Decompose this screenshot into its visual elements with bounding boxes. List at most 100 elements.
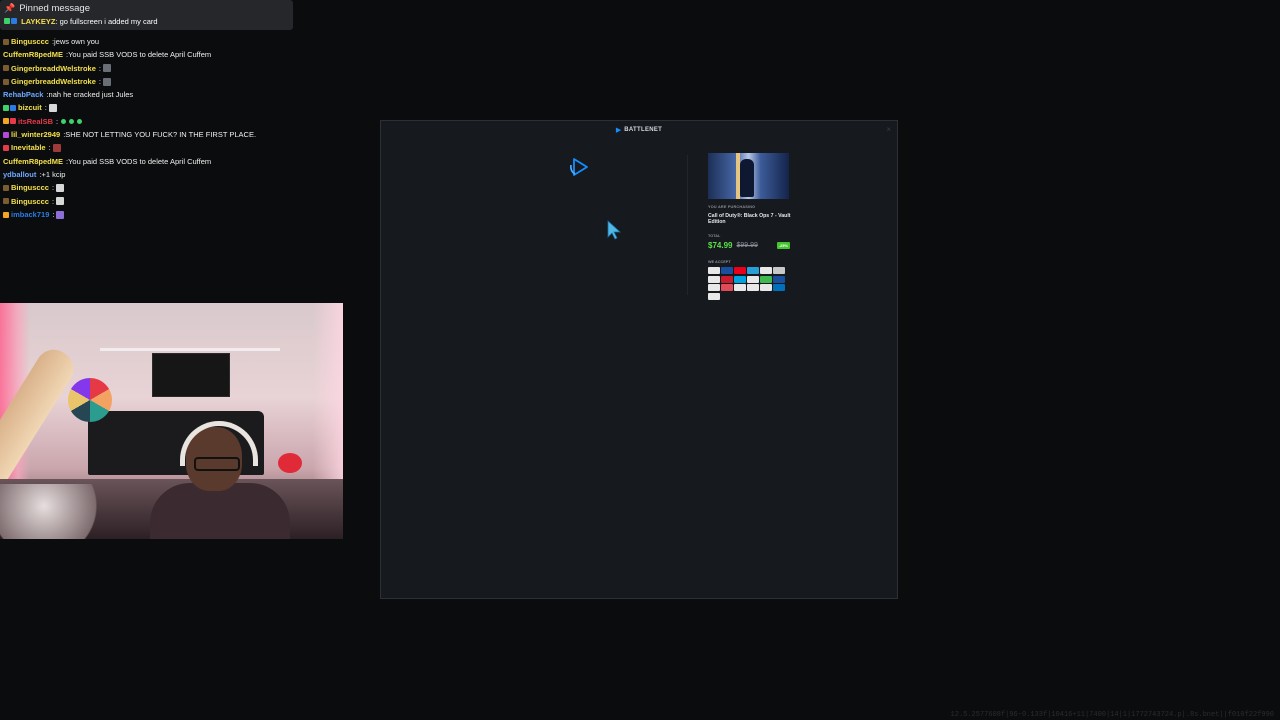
prize-wheel (68, 378, 112, 422)
badge-icon (3, 131, 9, 138)
badge-icon (3, 118, 9, 125)
webcam-feed (0, 303, 343, 539)
payment-method-icon (708, 284, 720, 291)
badges (3, 105, 16, 112)
chat-text: jews own you (54, 37, 100, 46)
chat-text: SHE NOT LETTING YOU FUCK? IN THE FIRST P… (65, 130, 257, 140)
chat-username[interactable]: bizcuit (18, 101, 42, 114)
emote-icon (56, 210, 65, 219)
game-cover-art (708, 153, 789, 199)
purchasing-label: YOU ARE PURCHASING (708, 205, 756, 209)
streamer-body (150, 483, 290, 539)
emote-icon (52, 144, 61, 153)
cover-figure (740, 159, 754, 197)
chat-username[interactable]: Bingusccc (11, 181, 49, 194)
emote-icon (48, 104, 57, 113)
chat-username[interactable]: GingerbreaddWelstroke (11, 75, 96, 88)
pinned-text: go fullscreen i added my card (59, 17, 158, 26)
product-title: Call of Duty®: Black Ops 7 - Vault Editi… (708, 213, 791, 226)
battlenet-header: ▶ BATTLENET (381, 121, 897, 139)
tv (152, 353, 230, 397)
chat-colon: : (98, 63, 101, 73)
emote-icon (77, 118, 83, 124)
badge-icon (3, 38, 9, 45)
chat-list: Bingusccc: jews own you CuffemR8pedME: Yo… (3, 35, 303, 221)
chat-message: GingerbreaddWelstroke: (3, 62, 303, 75)
payment-method-icon (760, 267, 772, 274)
battlenet-title: BATTLENET (624, 127, 663, 133)
chat-message: Bingusccc: (3, 181, 303, 194)
payment-method-icon (708, 292, 720, 300)
chat-username[interactable]: itsRealSB (18, 115, 53, 128)
glasses-icon (194, 457, 240, 471)
discount-badge: -25% (776, 242, 790, 249)
chat-username[interactable]: RehabPack (3, 88, 43, 101)
badge-icon (3, 211, 9, 218)
chat-username[interactable]: CuffemR8pedME (3, 48, 63, 61)
chat-text: You paid SSB VODS to delete April Cuffem (68, 156, 212, 166)
chat-username[interactable]: GingerbreaddWelstroke (11, 62, 96, 75)
emote-icon (56, 197, 65, 206)
badges (3, 184, 9, 191)
payment-method-icon (747, 284, 759, 291)
chat-username[interactable]: Inevitable (11, 141, 46, 154)
chat-message: CuffemR8pedME: You paid SSB VODS to dele… (3, 48, 303, 61)
mouse-cursor-icon (607, 220, 622, 240)
chat-username[interactable]: Bingusccc (11, 35, 49, 48)
debug-overlay: 12.5.2577608f|96-0.133f|10416+11|7400|14… (950, 711, 1274, 719)
payment-method-icon (721, 284, 733, 291)
chat-username[interactable]: CuffemR8pedME (3, 155, 63, 168)
payment-method-icon (734, 284, 746, 291)
chat-text: You paid SSB VODS to delete April Cuffem (68, 50, 212, 60)
badge-icon (3, 78, 9, 85)
emote-icon (56, 183, 65, 192)
emote-icon (102, 77, 111, 86)
payment-method-icon (747, 267, 759, 274)
chat-username[interactable]: imback719 (11, 208, 49, 221)
chat-username[interactable]: Bingusccc (11, 195, 49, 208)
accept-label: WE ACCEPT (708, 260, 731, 264)
badges (3, 131, 9, 138)
chat-message: Inevitable: (3, 141, 303, 154)
chat-colon: : (44, 103, 47, 113)
payment-method-icon (760, 284, 772, 291)
chat-colon: : (56, 116, 59, 126)
badges (3, 38, 9, 45)
badge-icon (11, 18, 17, 24)
chat-message: Bingusccc: jews own you (3, 35, 303, 48)
payment-method-icon (721, 267, 733, 274)
chat-message: CuffemR8pedME: You paid SSB VODS to dele… (3, 155, 303, 168)
payment-method-icon (734, 267, 746, 274)
pinned-message[interactable]: 📌 Pinned message LAYKEYZ: go fullscreen … (0, 0, 293, 30)
chat-message: itsRealSB: (3, 115, 303, 128)
close-icon[interactable]: × (886, 125, 891, 134)
badges (3, 211, 9, 218)
chat-message: Bingusccc: (3, 195, 303, 208)
payment-method-icon (760, 275, 772, 283)
chat-message: GingerbreaddWelstroke: (3, 75, 303, 88)
payment-method-icon (747, 275, 759, 283)
pinned-badges (4, 18, 17, 24)
payment-methods (708, 267, 790, 300)
pinned-username[interactable]: LAYKEYZ (21, 17, 55, 26)
badge-icon (3, 198, 9, 205)
streamer (150, 421, 290, 539)
total-label: TOTAL (708, 234, 721, 238)
payment-method-icon (734, 275, 746, 283)
badge-icon (3, 65, 9, 72)
badges (3, 198, 9, 205)
panel-divider (687, 155, 688, 295)
battlenet-checkout-window: ▶ BATTLENET × YOU ARE PURCHASING Call of… (380, 120, 898, 599)
chat-username[interactable]: lil_winter2949 (11, 128, 60, 141)
pinned-header-label: Pinned message (19, 3, 90, 14)
emote-icon (69, 118, 75, 124)
payment-method-icon (773, 284, 786, 291)
pin-icon: 📌 (4, 3, 16, 13)
chat-message: imback719: (3, 208, 303, 221)
chat-username[interactable]: ydballout (3, 168, 36, 181)
payment-method-icon (708, 275, 720, 283)
badge-icon (3, 184, 9, 191)
chat-text: nah he cracked just Jules (48, 90, 134, 100)
battlenet-logo-icon: ▶ (615, 127, 622, 134)
payment-method-icon (721, 275, 733, 283)
